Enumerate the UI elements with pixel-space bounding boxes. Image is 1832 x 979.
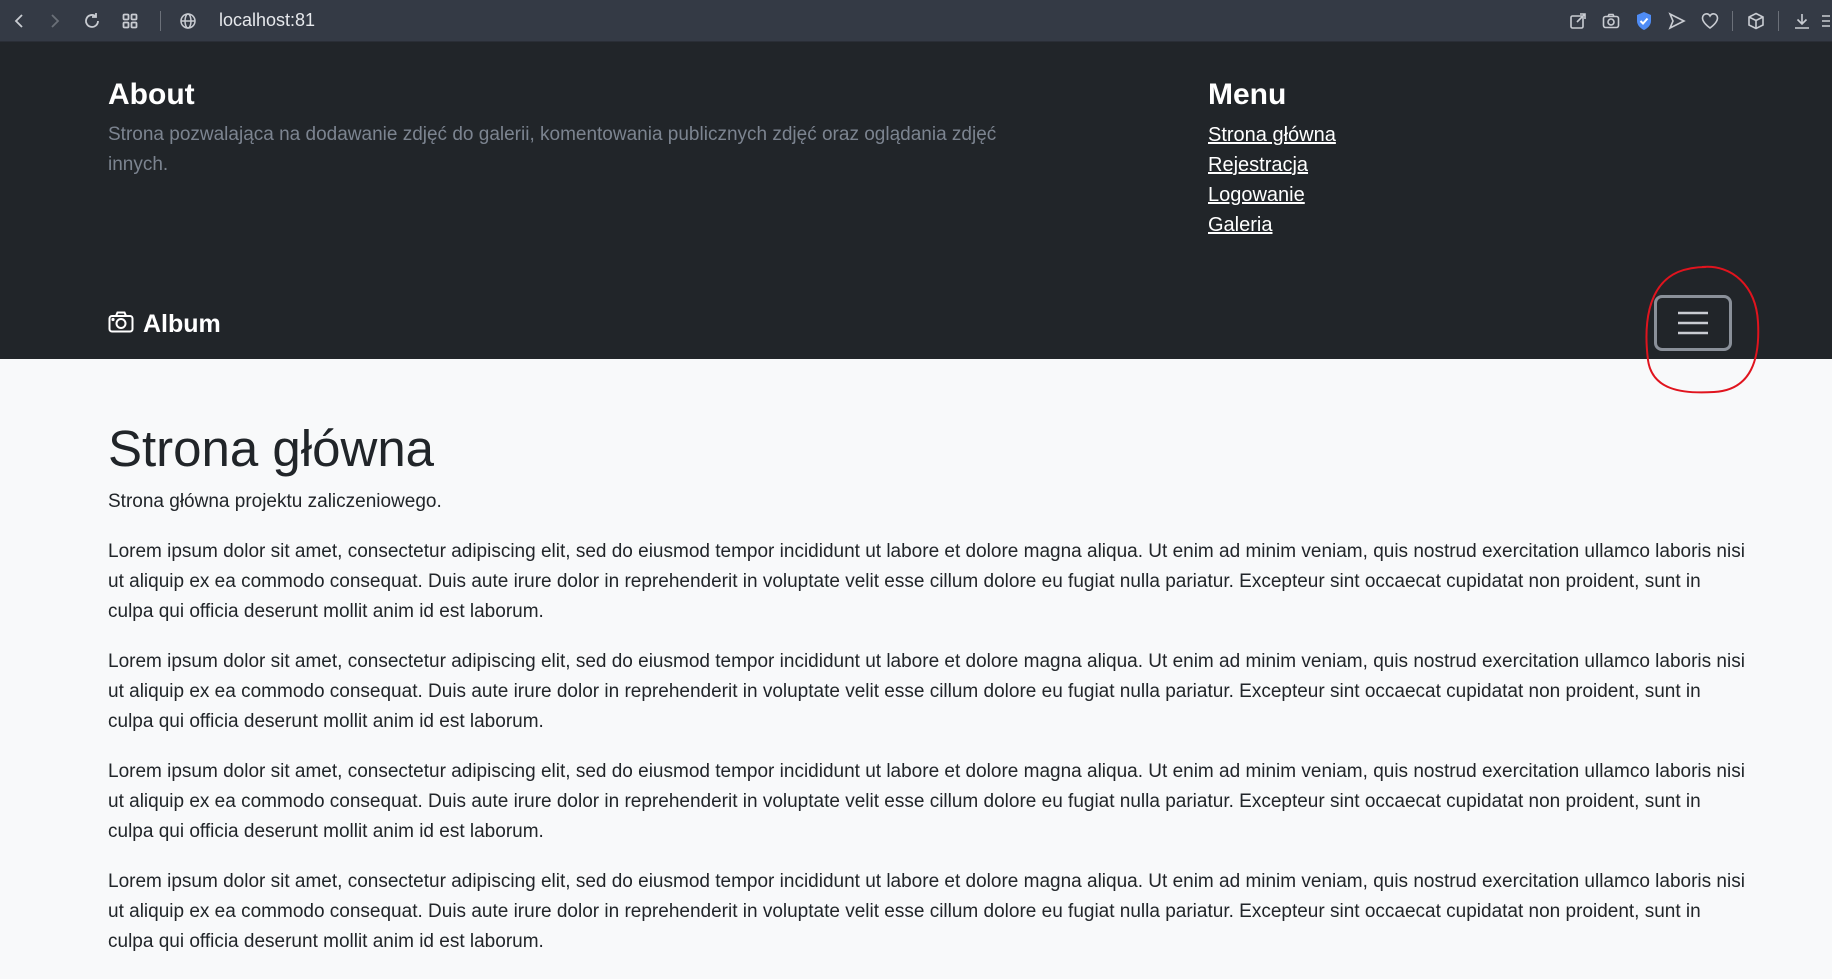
toolbar-divider bbox=[1732, 11, 1733, 31]
browser-toolbar: localhost:81 bbox=[0, 0, 1832, 42]
content-paragraph: Lorem ipsum dolor sit amet, consectetur … bbox=[108, 541, 1745, 622]
menu-link-rejestracja[interactable]: Rejestracja bbox=[1208, 154, 1308, 176]
reload-button[interactable] bbox=[78, 7, 106, 35]
menu-link-strona-glowna[interactable]: Strona główna bbox=[1208, 124, 1336, 146]
toolbar-divider bbox=[160, 10, 161, 31]
menu-item: Logowanie bbox=[1208, 180, 1336, 210]
menu-item: Rejestracja bbox=[1208, 150, 1336, 180]
share-icon bbox=[1569, 13, 1586, 29]
send-icon bbox=[1667, 12, 1686, 30]
toolbar-divider bbox=[1778, 11, 1779, 31]
about-description: Strona pozwalająca na dodawanie zdjęć do… bbox=[108, 124, 997, 175]
menu-list: Strona główna Rejestracja Logowanie Gale… bbox=[1208, 120, 1336, 240]
page-title: Strona główna bbox=[108, 420, 435, 477]
browser-menu-button[interactable] bbox=[1818, 7, 1832, 35]
menu-lines-icon bbox=[1822, 15, 1830, 27]
camera-icon bbox=[1602, 13, 1619, 29]
menu-link-galeria[interactable]: Galeria bbox=[1208, 214, 1272, 236]
grid-icon bbox=[122, 13, 138, 28]
send-button[interactable] bbox=[1660, 7, 1693, 35]
globe-icon bbox=[179, 12, 197, 30]
favorites-button[interactable] bbox=[1693, 7, 1726, 35]
chevron-right-icon bbox=[51, 13, 60, 28]
menu-heading: Menu bbox=[1208, 78, 1287, 111]
download-icon bbox=[1794, 14, 1809, 29]
brand-label: Album bbox=[143, 310, 221, 338]
screenshot-button[interactable] bbox=[1594, 7, 1627, 35]
heart-icon bbox=[1701, 12, 1718, 30]
content-paragraph: Lorem ipsum dolor sit amet, consectetur … bbox=[108, 651, 1745, 732]
content-paragraph: Lorem ipsum dolor sit amet, consectetur … bbox=[108, 871, 1745, 952]
shield-button[interactable] bbox=[1627, 7, 1660, 35]
back-button[interactable] bbox=[6, 7, 34, 35]
share-button[interactable] bbox=[1561, 7, 1594, 35]
cube-icon bbox=[1747, 12, 1764, 30]
hamburger-icon bbox=[1678, 311, 1708, 335]
content-paragraph: Lorem ipsum dolor sit amet, consectetur … bbox=[108, 761, 1745, 842]
chevron-left-icon bbox=[14, 13, 23, 28]
reload-icon bbox=[85, 12, 99, 28]
tabs-grid-button[interactable] bbox=[116, 7, 144, 35]
shield-icon bbox=[1636, 12, 1651, 30]
about-heading: About bbox=[108, 78, 195, 111]
menu-item: Strona główna bbox=[1208, 120, 1336, 150]
page-lead: Strona główna projektu zaliczeniowego. bbox=[108, 491, 442, 512]
navbar-brand[interactable]: Album bbox=[108, 310, 221, 339]
forward-button[interactable] bbox=[40, 7, 68, 35]
collapsed-navbar-panel: About Strona pozwalająca na dodawanie zd… bbox=[0, 42, 1832, 359]
extensions-button[interactable] bbox=[1739, 7, 1772, 35]
menu-link-logowanie[interactable]: Logowanie bbox=[1208, 184, 1305, 206]
address-bar[interactable]: localhost:81 bbox=[219, 10, 315, 31]
menu-item: Galeria bbox=[1208, 210, 1336, 240]
camera-icon bbox=[108, 311, 134, 338]
downloads-button[interactable] bbox=[1785, 7, 1818, 35]
main-content: Strona główna Strona główna projektu zal… bbox=[108, 359, 1748, 957]
navbar-toggler-button[interactable] bbox=[1654, 295, 1732, 351]
